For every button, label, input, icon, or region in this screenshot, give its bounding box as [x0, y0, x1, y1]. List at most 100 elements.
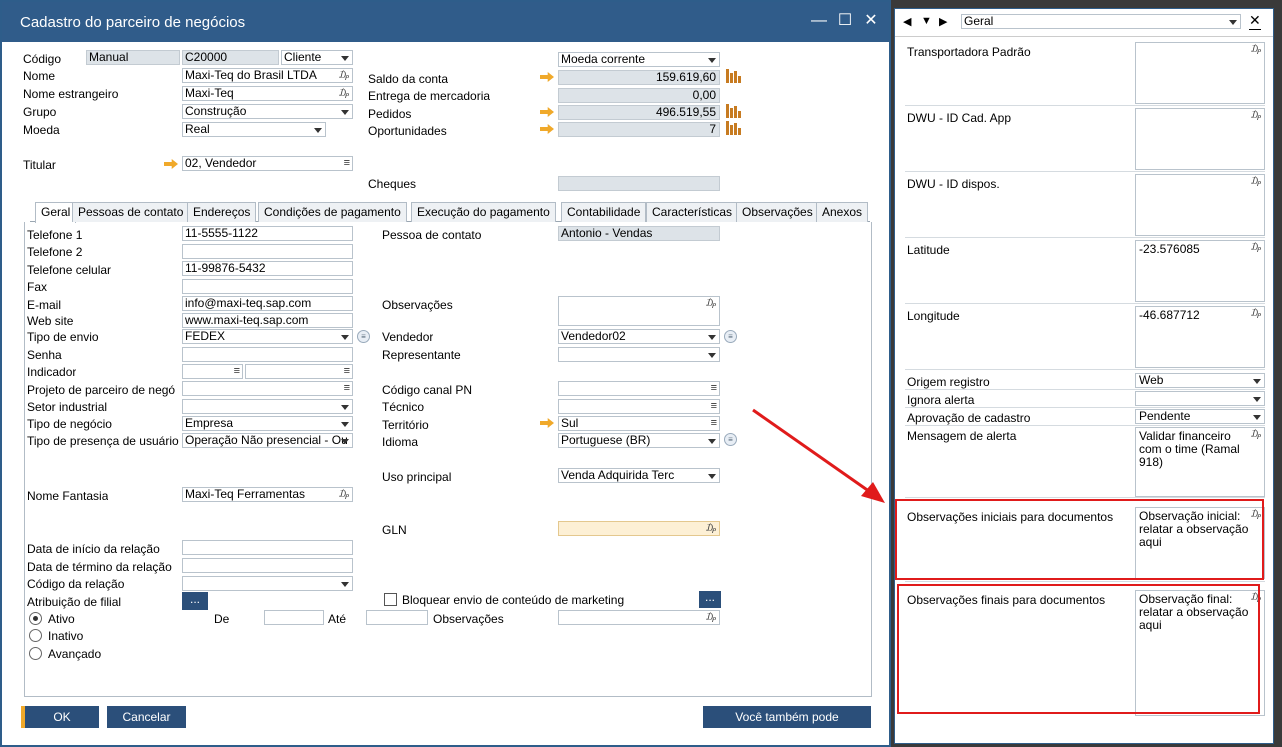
active-to-field[interactable] [366, 610, 428, 625]
territory-field[interactable]: Sul [558, 416, 720, 431]
email-field[interactable]: info@maxi-teq.sap.com [182, 296, 353, 311]
udf-label: DWU - ID Cad. App [907, 111, 1012, 125]
close-panel-icon[interactable]: ✕ [1249, 12, 1261, 30]
tab-properties[interactable]: Características [646, 202, 739, 222]
next-arrow-icon[interactable]: ▶ [939, 15, 947, 28]
name-field[interactable]: Maxi-Teq do Brasil LTDA ₯ [182, 68, 353, 83]
block-marketing-checkbox[interactable] [384, 593, 397, 606]
chart-icon[interactable] [726, 104, 742, 118]
translate-icon[interactable]: ₯ [1251, 175, 1261, 188]
presence-type-select[interactable]: Operação Não presencial - Ou [182, 433, 353, 448]
maximize-button[interactable]: ☐ [834, 10, 856, 32]
you-can-also-button[interactable]: Você também pode [703, 706, 871, 728]
start-date-field[interactable] [182, 540, 353, 555]
ok-button[interactable]: OK [21, 706, 99, 728]
tab-accounting[interactable]: Contabilidade [561, 202, 647, 222]
translate-icon[interactable]: ₯ [706, 522, 716, 535]
tab-remarks[interactable]: Observações [736, 202, 819, 222]
agent-select[interactable] [558, 347, 720, 362]
translate-icon[interactable]: ₯ [1251, 307, 1261, 320]
bp-type-select[interactable]: Cliente [281, 50, 353, 65]
group-select[interactable]: Construção [182, 104, 353, 119]
mobile-field[interactable]: 11-99876-5432 [182, 261, 353, 276]
ignore-alert-select[interactable] [1135, 391, 1265, 406]
udf-field[interactable]: ₯ [1135, 174, 1265, 236]
info-icon[interactable]: ≡ [357, 330, 370, 343]
translate-icon[interactable]: ₯ [339, 69, 349, 82]
code-field[interactable]: C20000 [182, 50, 279, 65]
prev-icon[interactable]: ◀ [903, 15, 911, 28]
channel-code-field[interactable] [558, 381, 720, 396]
inactive-radio[interactable] [29, 629, 42, 642]
info-icon[interactable]: ≡ [724, 330, 737, 343]
translate-icon[interactable]: ₯ [339, 87, 349, 100]
currency-display-select[interactable]: Moeda corrente [558, 52, 720, 67]
close-button[interactable]: ✕ [860, 10, 882, 32]
translate-icon[interactable]: ₯ [706, 611, 716, 624]
contact-person-field[interactable]: Antonio - Vendas [558, 226, 720, 241]
business-type-select[interactable]: Empresa [182, 416, 353, 431]
link-arrow-icon[interactable] [540, 72, 554, 82]
translate-icon[interactable]: ₯ [1251, 43, 1261, 56]
currency-select[interactable]: Real [182, 122, 326, 137]
password-field[interactable] [182, 347, 353, 362]
udf-category-select[interactable]: Geral [961, 14, 1241, 29]
shipping-type-select[interactable]: FEDEX [182, 329, 353, 344]
tab-addresses[interactable]: Endereços [187, 202, 257, 222]
udf-field[interactable]: ₯ [1135, 108, 1265, 170]
link-arrow-icon[interactable] [540, 107, 554, 117]
industry-select[interactable] [182, 399, 353, 414]
link-arrow-icon[interactable] [540, 124, 554, 134]
sales-employee-select[interactable]: Vendedor02 [558, 329, 720, 344]
cancel-button[interactable]: Cancelar [107, 706, 186, 728]
advanced-label: Avançado [48, 647, 102, 661]
translate-icon[interactable]: ₯ [1251, 241, 1261, 254]
alert-message-field[interactable]: Validar financeiro com o time (Ramal 918… [1135, 427, 1265, 497]
agent-label: Representante [382, 348, 461, 362]
latitude-field[interactable]: -23.576085 ₯ [1135, 240, 1265, 302]
gln-field[interactable]: ₯ [558, 521, 720, 536]
end-date-field[interactable] [182, 558, 353, 573]
active-remarks-label: Observações [433, 612, 504, 626]
active-radio[interactable] [29, 612, 42, 625]
tab-payment-run[interactable]: Execução do pagamento [411, 202, 556, 222]
remarks-field[interactable]: ₯ [558, 296, 720, 326]
active-from-field[interactable] [264, 610, 324, 625]
longitude-field[interactable]: -46.687712 ₯ [1135, 306, 1265, 368]
translate-icon[interactable]: ₯ [706, 297, 716, 310]
info-icon[interactable]: ≡ [724, 433, 737, 446]
active-remarks-field[interactable]: ₯ [558, 610, 720, 625]
tab-contacts[interactable]: Pessoas de contato [72, 202, 190, 222]
owner-field[interactable]: 02, Vendedor [182, 156, 353, 171]
chart-icon[interactable] [726, 121, 742, 135]
fax-field[interactable] [182, 279, 353, 294]
technician-field[interactable] [558, 399, 720, 414]
foreign-name-field[interactable]: Maxi-Teq ₯ [182, 86, 353, 101]
marketing-details-button[interactable]: ... [699, 591, 721, 608]
translate-icon[interactable]: ₯ [1251, 428, 1261, 441]
translate-icon[interactable]: ₯ [339, 488, 349, 501]
tab-payment-terms[interactable]: Condições de pagamento [258, 202, 407, 222]
translate-icon[interactable]: ₯ [1251, 109, 1261, 122]
origin-select[interactable]: Web [1135, 373, 1265, 388]
minimize-button[interactable]: — [808, 10, 830, 32]
indicator-field[interactable] [182, 364, 243, 379]
chart-icon[interactable] [726, 69, 742, 83]
website-field[interactable]: www.maxi-teq.sap.com [182, 313, 353, 328]
tab-geral[interactable]: Geral [35, 202, 77, 223]
udf-field[interactable]: ₯ [1135, 42, 1265, 104]
trade-name-field[interactable]: Maxi-Teq Ferramentas ₯ [182, 487, 353, 502]
main-usage-select[interactable]: Venda Adquirida Terc [558, 468, 720, 483]
advanced-radio[interactable] [29, 647, 42, 660]
branch-assignment-button[interactable]: ... [182, 592, 208, 610]
bp-project-field[interactable] [182, 381, 353, 396]
language-select[interactable]: Portuguese (BR) [558, 433, 720, 448]
link-arrow-icon[interactable] [164, 159, 178, 169]
tel2-field[interactable] [182, 244, 353, 259]
indicator-desc-field[interactable] [245, 364, 353, 379]
tab-attachments[interactable]: Anexos [816, 202, 869, 222]
relation-code-select[interactable] [182, 576, 353, 591]
approval-select[interactable]: Pendente [1135, 409, 1265, 424]
tel1-field[interactable]: 11-5555-1122 [182, 226, 353, 241]
next-icon[interactable]: ▼ [921, 15, 932, 27]
